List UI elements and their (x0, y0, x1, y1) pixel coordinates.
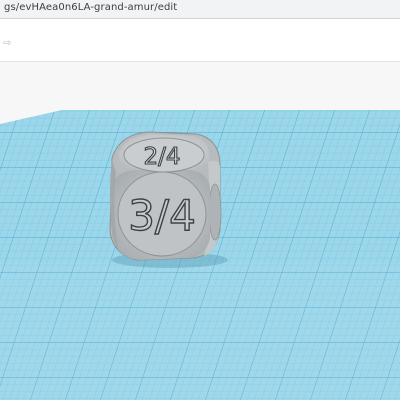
editor-toolbar: ⇨ (0, 19, 400, 62)
3d-viewport[interactable]: 2/4 3/4 (0, 62, 400, 400)
url-text[interactable]: gs/evHAea0n6LA-grand-amur/edit (4, 2, 177, 13)
address-bar[interactable]: gs/evHAea0n6LA-grand-amur/edit (0, 0, 400, 19)
front-face-label: 3/4 (128, 191, 196, 240)
top-face-label: 2/4 (143, 144, 180, 170)
scene-svg: 2/4 3/4 (0, 110, 400, 400)
arrow-right-icon[interactable]: ⇨ (3, 39, 11, 49)
